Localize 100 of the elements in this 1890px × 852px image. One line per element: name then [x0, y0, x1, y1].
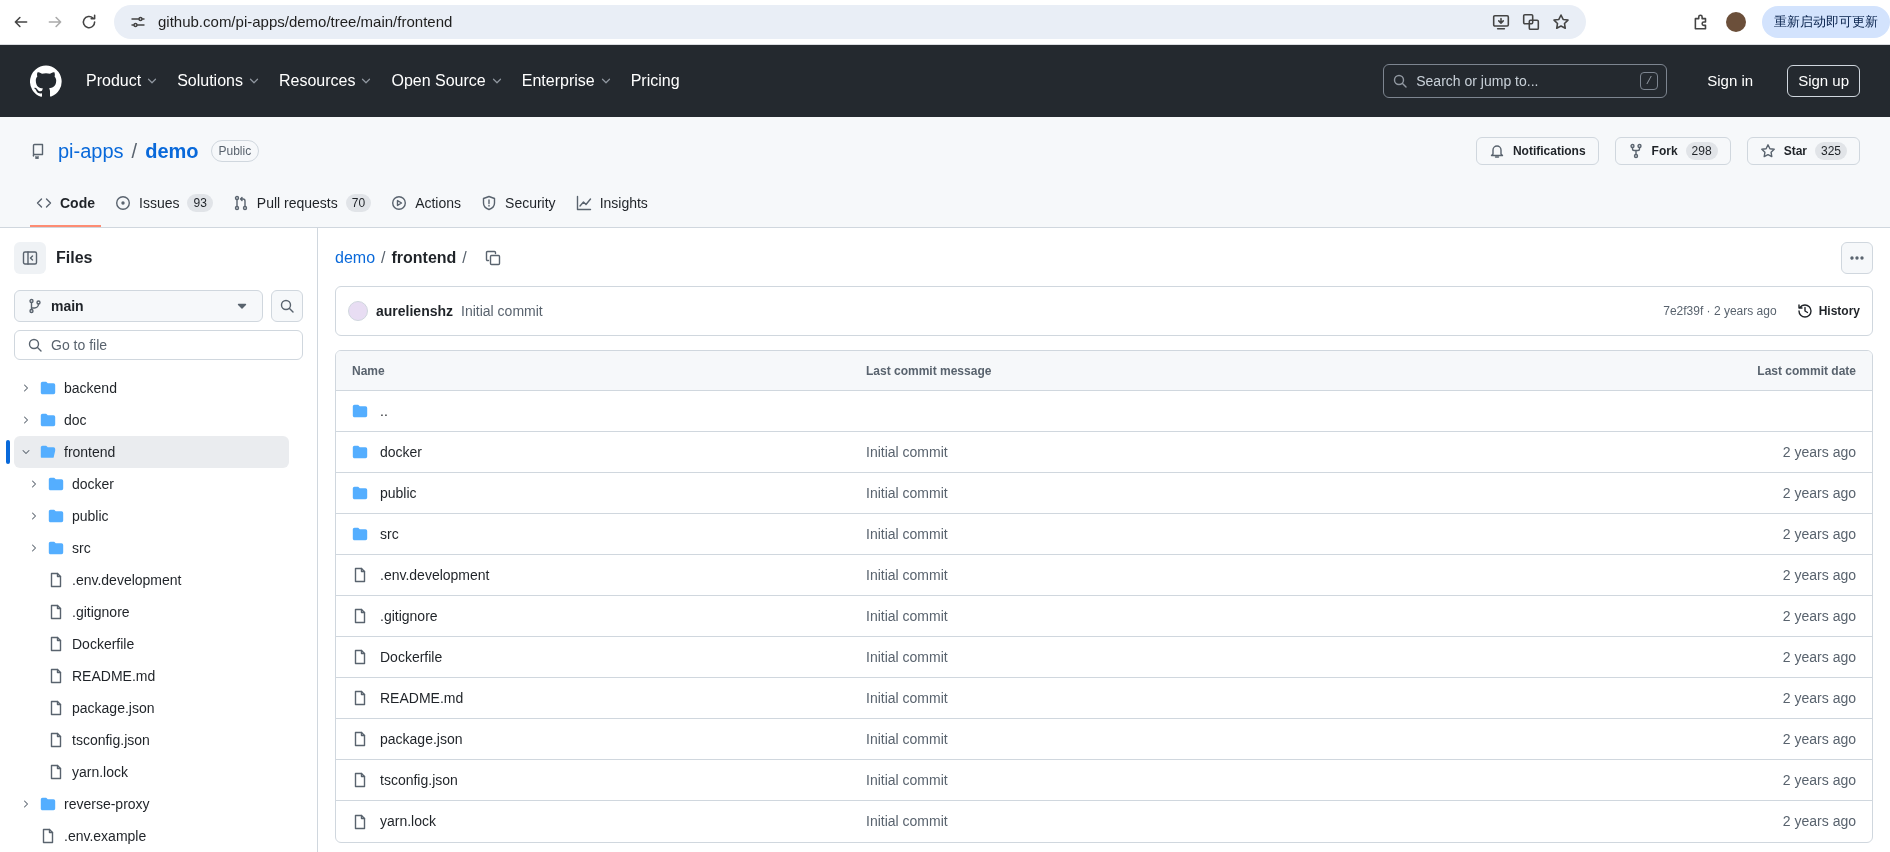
tree-item[interactable]: tsconfig.json — [14, 724, 289, 756]
tree-item[interactable]: .env.development — [14, 564, 289, 596]
commit-date: 2 years ago — [1782, 689, 1856, 706]
tree-item[interactable]: yarn.lock — [14, 756, 289, 788]
file-name-link[interactable]: tsconfig.json — [380, 769, 458, 791]
search-icon — [1392, 73, 1409, 89]
fork-button[interactable]: Fork 298 — [1614, 137, 1731, 165]
collapse-panel-button[interactable] — [14, 242, 46, 274]
file-icon — [48, 572, 64, 588]
avatar[interactable] — [1726, 12, 1746, 32]
nav-menu[interactable]: Enterprise — [521, 69, 613, 93]
issue-icon — [115, 195, 131, 211]
file-name-link[interactable]: .. — [380, 400, 388, 422]
file-name-link[interactable]: README.md — [380, 687, 464, 709]
nav-menu[interactable]: Pricing — [630, 69, 680, 93]
commit-message-link[interactable]: Initial commit — [866, 443, 948, 460]
tree-item[interactable]: Dockerfile — [14, 628, 289, 660]
tree-item[interactable]: .gitignore — [14, 596, 289, 628]
count-label: 325 — [1814, 142, 1847, 160]
file-name-link[interactable]: src — [380, 523, 399, 545]
nav-menu[interactable]: Solutions — [177, 69, 261, 93]
branch-icon — [27, 298, 43, 314]
owner-link[interactable]: pi-apps — [58, 136, 124, 166]
file-name-link[interactable]: docker — [380, 441, 423, 463]
star-button[interactable]: Star 325 — [1746, 137, 1860, 165]
file-name-link[interactable]: Dockerfile — [380, 646, 443, 668]
open-folder-icon — [40, 444, 56, 460]
file-icon — [48, 764, 64, 780]
tree-item[interactable]: public — [14, 500, 289, 532]
search-icon — [279, 298, 295, 314]
commit-message-link[interactable]: Initial commit — [866, 689, 948, 706]
breadcrumb-link[interactable]: demo — [335, 246, 376, 270]
commit-date: 2 years ago — [1782, 443, 1856, 460]
commit-message[interactable]: Initial commit — [461, 300, 543, 322]
fork-icon — [1627, 143, 1644, 159]
column-header: Last commit date — [1756, 362, 1856, 380]
file-name-link[interactable]: package.json — [380, 728, 463, 750]
breadcrumb-current: frontend — [391, 248, 457, 268]
folder-icon — [40, 796, 56, 812]
commit-date: 2 years ago — [1782, 525, 1856, 542]
repo-tab[interactable]: Insights — [569, 181, 654, 227]
file-icon — [40, 828, 56, 844]
install-icon — [1492, 13, 1510, 31]
search-icon — [27, 337, 43, 353]
file-name-link[interactable]: yarn.lock — [380, 811, 437, 832]
file-name-link[interactable]: .env.development — [380, 564, 490, 586]
notifications-button[interactable]: Notifications — [1475, 137, 1599, 165]
tree-item[interactable]: doc — [14, 404, 289, 436]
file-name-link[interactable]: .gitignore — [380, 605, 438, 627]
file-icon — [352, 649, 368, 665]
nav-menu[interactable]: Resources — [278, 69, 374, 93]
copy-icon — [484, 250, 501, 266]
repo-tab[interactable]: Issues 93 — [109, 181, 219, 227]
commit-message-link[interactable]: Initial commit — [866, 566, 948, 583]
folder-icon — [48, 476, 64, 492]
commit-date: 2 years ago — [1782, 771, 1856, 788]
tree-item[interactable]: reverse-proxy — [14, 788, 289, 820]
tree-item[interactable]: src — [14, 532, 289, 564]
nav-menu[interactable]: Open Source — [391, 69, 504, 93]
address-bar[interactable]: github.com/pi-apps/demo/tree/main/frontend — [114, 5, 1586, 39]
go-to-file-field[interactable]: Go to file — [14, 330, 303, 360]
repo-icon — [30, 143, 46, 159]
tree-item[interactable]: backend — [14, 372, 289, 404]
search-field[interactable]: Search or jump to... / — [1383, 64, 1668, 98]
selection-indicator — [6, 440, 10, 464]
sidebar-title: Files — [56, 248, 93, 268]
repo-link[interactable]: demo — [145, 136, 199, 166]
sign-in-link[interactable]: Sign in — [1707, 69, 1754, 93]
commit-hash-time[interactable]: 7e2f39f · 2 years ago — [1663, 302, 1777, 320]
commit-message-link[interactable]: Initial commit — [866, 484, 948, 501]
tree-item[interactable]: package.json — [14, 692, 289, 724]
repo-tab[interactable]: Code — [30, 181, 101, 227]
commit-author[interactable]: aurelienshz — [376, 300, 454, 322]
file-name-link[interactable]: public — [380, 482, 417, 504]
commit-message-link[interactable]: Initial commit — [866, 771, 948, 788]
commit-message-link[interactable]: Initial commit — [866, 730, 948, 747]
repo-tab[interactable]: Pull requests 70 — [226, 181, 378, 227]
tree-item[interactable]: .env.example — [14, 820, 289, 852]
history-button[interactable]: History — [1796, 302, 1860, 320]
repo-tab[interactable]: Actions — [385, 181, 468, 227]
tree-item[interactable]: README.md — [14, 660, 289, 692]
commit-date: 2 years ago — [1782, 566, 1856, 583]
repo-tab[interactable]: Security — [475, 181, 562, 227]
commit-message-link[interactable]: Initial commit — [866, 607, 948, 624]
shortcut-key: / — [1639, 71, 1659, 91]
sign-up-button[interactable]: Sign up — [1787, 65, 1860, 97]
play-icon — [391, 195, 408, 211]
commit-message-link[interactable]: Initial commit — [866, 525, 948, 542]
pull-request-icon — [232, 195, 249, 211]
branch-select[interactable]: main — [14, 290, 263, 322]
tree-item[interactable]: docker — [14, 468, 289, 500]
search-button[interactable] — [271, 290, 303, 322]
column-header: Last commit message — [866, 362, 993, 380]
commit-message-link[interactable]: Initial commit — [866, 648, 948, 665]
nav-menu[interactable]: Product — [86, 69, 160, 93]
update-button[interactable]: 重新启动即可更新 — [1762, 6, 1890, 38]
history-icon — [1796, 303, 1813, 319]
commit-message-link[interactable]: Initial commit — [866, 813, 948, 829]
commit-date: 2 years ago — [1782, 730, 1856, 747]
folder-icon — [352, 403, 368, 419]
